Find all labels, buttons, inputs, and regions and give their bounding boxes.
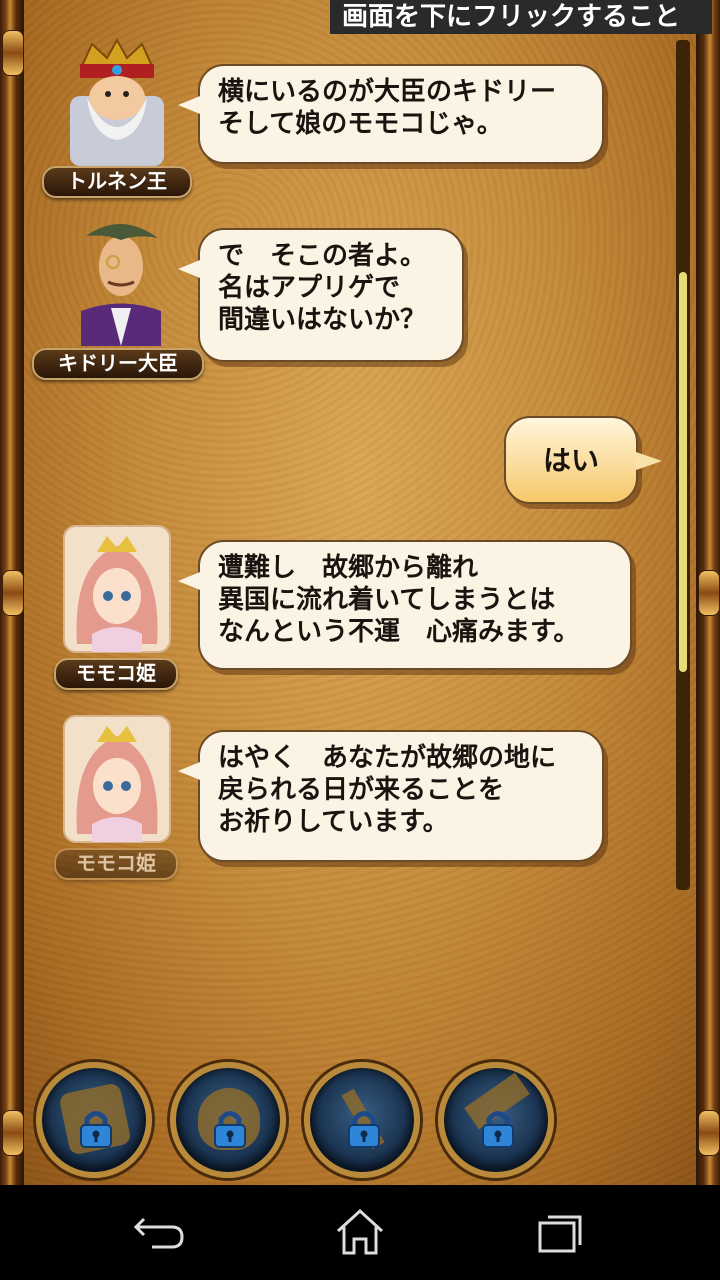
lock-icon xyxy=(482,1111,514,1148)
dialogue-line: はい xyxy=(542,444,599,477)
dialogue-line: 名はアプリゲで xyxy=(218,273,401,303)
speaker-name: トルネン王 xyxy=(42,166,192,198)
hammer-menu-button[interactable] xyxy=(438,1062,554,1178)
bag-menu-button[interactable] xyxy=(36,1062,152,1178)
frame-ornament xyxy=(698,1110,720,1156)
dialogue-line: で そこの者よ。 xyxy=(218,241,427,271)
weapon-menu-button[interactable] xyxy=(304,1062,420,1178)
instruction-header: 画面を下にフリックすること xyxy=(330,0,712,34)
speaker-name: モモコ姫 xyxy=(54,658,178,690)
speech-bubble[interactable]: 横にいるのが大臣のキドリー そして娘のモモコじゃ。 xyxy=(178,64,604,164)
system-navbar xyxy=(0,1185,720,1280)
dialogue-scrollbar[interactable] xyxy=(676,40,690,890)
king-portrait xyxy=(70,37,164,166)
scroll-thumb[interactable] xyxy=(679,272,687,672)
dialogue-line: 戻られる日が来ることを xyxy=(218,775,505,805)
frame-ornament xyxy=(2,30,24,76)
lock-icon xyxy=(348,1111,380,1148)
frame-ornament xyxy=(698,570,720,616)
frame-ornament xyxy=(2,570,24,616)
speech-bubble[interactable]: はやく あなたが故郷の地に 戻られる日が来ることを お祈りしています。 xyxy=(178,730,604,862)
dialogue-line: なんという不運 心痛みます。 xyxy=(218,617,580,647)
frame-ornament xyxy=(2,1110,24,1156)
home-icon[interactable] xyxy=(330,1207,390,1257)
dialogue-line: 横にいるのが大臣のキドリー xyxy=(218,77,557,107)
minister-portrait xyxy=(81,223,161,346)
speech-bubble[interactable]: 遭難し 故郷から離れ 異国に流れ着いてしまうとは なんという不運 心痛みます。 xyxy=(178,540,632,670)
back-icon[interactable] xyxy=(130,1207,190,1257)
lock-icon xyxy=(214,1111,246,1148)
dialogue-line: はやく あなたが故郷の地に xyxy=(218,743,557,773)
princess-portrait xyxy=(63,715,171,843)
dialogue-line: お祈りしています。 xyxy=(218,807,449,837)
speech-bubble[interactable]: で そこの者よ。 名はアプリゲで 間違いはないか？ xyxy=(178,228,464,362)
dialogue-line: 異国に流れ着いてしまうとは xyxy=(218,585,556,615)
player-speech-bubble[interactable]: はい xyxy=(504,416,662,504)
dialogue-line: そして娘のモモコじゃ。 xyxy=(218,109,503,139)
dialogue-line: 遭難し 故郷から離れ xyxy=(218,553,479,583)
speaker-name: キドリー大臣 xyxy=(32,348,204,380)
character-menu-button[interactable] xyxy=(170,1062,286,1178)
lock-icon xyxy=(80,1111,112,1148)
speaker-name: モモコ姫 xyxy=(54,848,178,880)
princess-portrait xyxy=(63,525,171,653)
dialogue-line: 間違いはないか？ xyxy=(218,305,427,335)
recent-apps-icon[interactable] xyxy=(530,1207,590,1257)
